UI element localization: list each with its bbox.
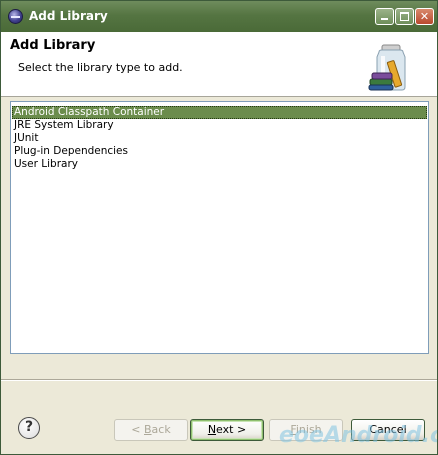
minimize-button[interactable] [375,8,394,25]
cancel-button[interactable]: Cancel [351,419,425,441]
library-jar-icon [368,44,406,91]
footer-separator [1,379,437,381]
list-item-android-classpath-container[interactable]: Android Classpath Container [12,106,427,119]
list-item-user-library[interactable]: User Library [12,158,427,171]
list-item-junit[interactable]: JUnit [12,132,427,145]
back-button[interactable]: < Back [114,419,188,441]
minimize-icon [381,18,388,20]
close-icon: ✕ [419,10,430,23]
back-label: ack [151,423,171,436]
page-description: Select the library type to add. [18,61,183,74]
title-bar[interactable]: Add Library ✕ [1,1,437,32]
finish-button[interactable]: Finish [269,419,343,441]
maximize-icon [400,12,409,21]
close-button[interactable]: ✕ [415,8,434,25]
next-button[interactable]: Next > [190,419,264,441]
window-title: Add Library [29,9,108,23]
maximize-button[interactable] [395,8,414,25]
add-library-dialog: Add Library ✕ Add Library Select the lib… [0,0,438,455]
finish-label: inish [295,423,322,436]
next-label: ext > [216,423,247,436]
back-prefix: < [131,423,144,436]
library-type-list[interactable]: Android Classpath Container JRE System L… [10,101,429,354]
next-mnemonic: N [207,423,217,436]
back-mnemonic: B [144,423,152,436]
page-title: Add Library [10,38,96,53]
wizard-banner: Add Library Select the library type to a… [1,32,437,97]
list-item-plugin-dependencies[interactable]: Plug-in Dependencies [12,145,427,158]
eclipse-icon [8,9,23,24]
list-item-jre-system-library[interactable]: JRE System Library [12,119,427,132]
help-icon[interactable]: ? [18,417,40,439]
